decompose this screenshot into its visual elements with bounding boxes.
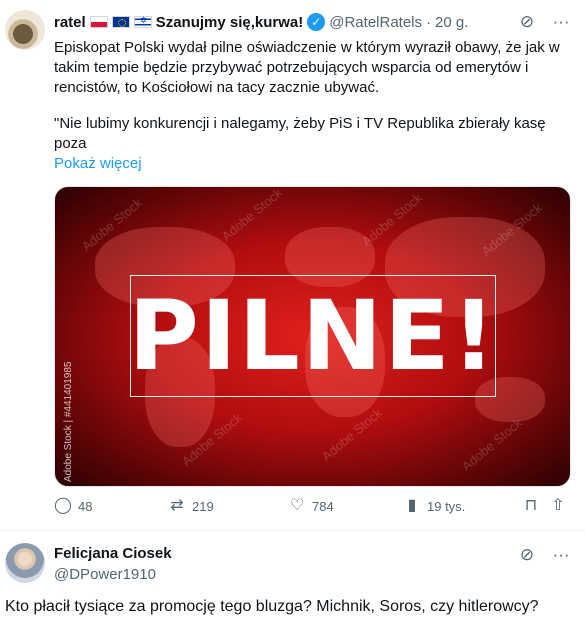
avatar[interactable] (5, 10, 45, 50)
show-more-link[interactable]: Pokaż więcej (54, 155, 142, 172)
watermark: Adobe Stock (458, 415, 525, 474)
pl-flag-icon (89, 16, 108, 28)
grok-icon[interactable]: ⊘ (517, 12, 537, 32)
more-options-icon[interactable]: ··· (551, 12, 571, 32)
like-count: 784 (312, 498, 334, 514)
tweet-media-image[interactable]: Adobe Stock Adobe Stock Adobe Stock Adob… (54, 186, 571, 487)
reply-button[interactable]: ◯ 48 (54, 498, 92, 514)
watermark: Adobe Stock (218, 186, 285, 244)
headline-frame: PILNE! (128, 275, 498, 397)
author-handle[interactable]: @RatelRatels (329, 14, 422, 31)
tweet-text: Episkopat Polski wydał pilne oświadczeni… (54, 38, 574, 154)
views-button[interactable]: ▮ 19 tys. (403, 497, 466, 514)
views-count: 19 tys. (427, 498, 466, 514)
media-headline: PILNE! (128, 280, 498, 392)
repost-button[interactable]: ⇄ 219 (168, 497, 214, 514)
reply-avatar[interactable] (5, 543, 45, 583)
tweet-body: Episkopat Polski wydał pilne oświadczeni… (54, 39, 560, 96)
tweet-top-actions: ⊘ ··· (517, 12, 571, 32)
repost-icon: ⇄ (170, 497, 184, 514)
il-flag-icon (133, 15, 152, 28)
views-icon: ▮ (407, 497, 417, 514)
reply-author-name[interactable]: Felicjana Ciosek (54, 545, 172, 562)
reply-header: Felicjana Ciosek (54, 545, 172, 562)
tweet-header: ratel Szanujmy się,kurwa! ✓ @RatelRatels… (54, 12, 468, 32)
reply-count: 48 (78, 498, 93, 514)
stock-id: Adobe Stock | #441401985 (63, 361, 74, 482)
divider (0, 530, 585, 531)
bookmark-icon: ⊓ (524, 497, 538, 514)
reply-text: Kto płacił tysiące za promocję tego bluz… (5, 598, 539, 615)
share-icon: ⇧ (551, 497, 565, 514)
repost-count: 219 (192, 498, 214, 514)
tweet-actions: ◯ 48 ⇄ 219 ♡ 784 ▮ 19 tys. ⊓ ⇧ (54, 498, 574, 522)
like-button[interactable]: ♡ 784 (288, 498, 334, 514)
heart-icon: ♡ (289, 497, 305, 514)
author-name[interactable]: ratel (54, 14, 86, 31)
author-name-suffix[interactable]: Szanujmy się,kurwa! (156, 14, 304, 31)
reply-author-handle[interactable]: @DPower1910 (54, 566, 156, 583)
verified-badge-icon: ✓ (307, 13, 326, 31)
eu-flag-icon (111, 16, 130, 28)
separator-dot: · (426, 13, 432, 31)
tweet-quote: "Nie lubimy konkurencji i nalegamy, żeby… (54, 115, 546, 152)
grok-icon[interactable]: ⊘ (517, 545, 537, 565)
timestamp[interactable]: 20 g. (435, 14, 468, 31)
reply-top-actions: ⊘ ··· (517, 545, 571, 565)
share-button[interactable]: ⇧ (549, 498, 567, 514)
more-options-icon[interactable]: ··· (551, 545, 571, 565)
reply-icon: ◯ (54, 497, 72, 514)
bookmark-button[interactable]: ⊓ (522, 498, 540, 514)
